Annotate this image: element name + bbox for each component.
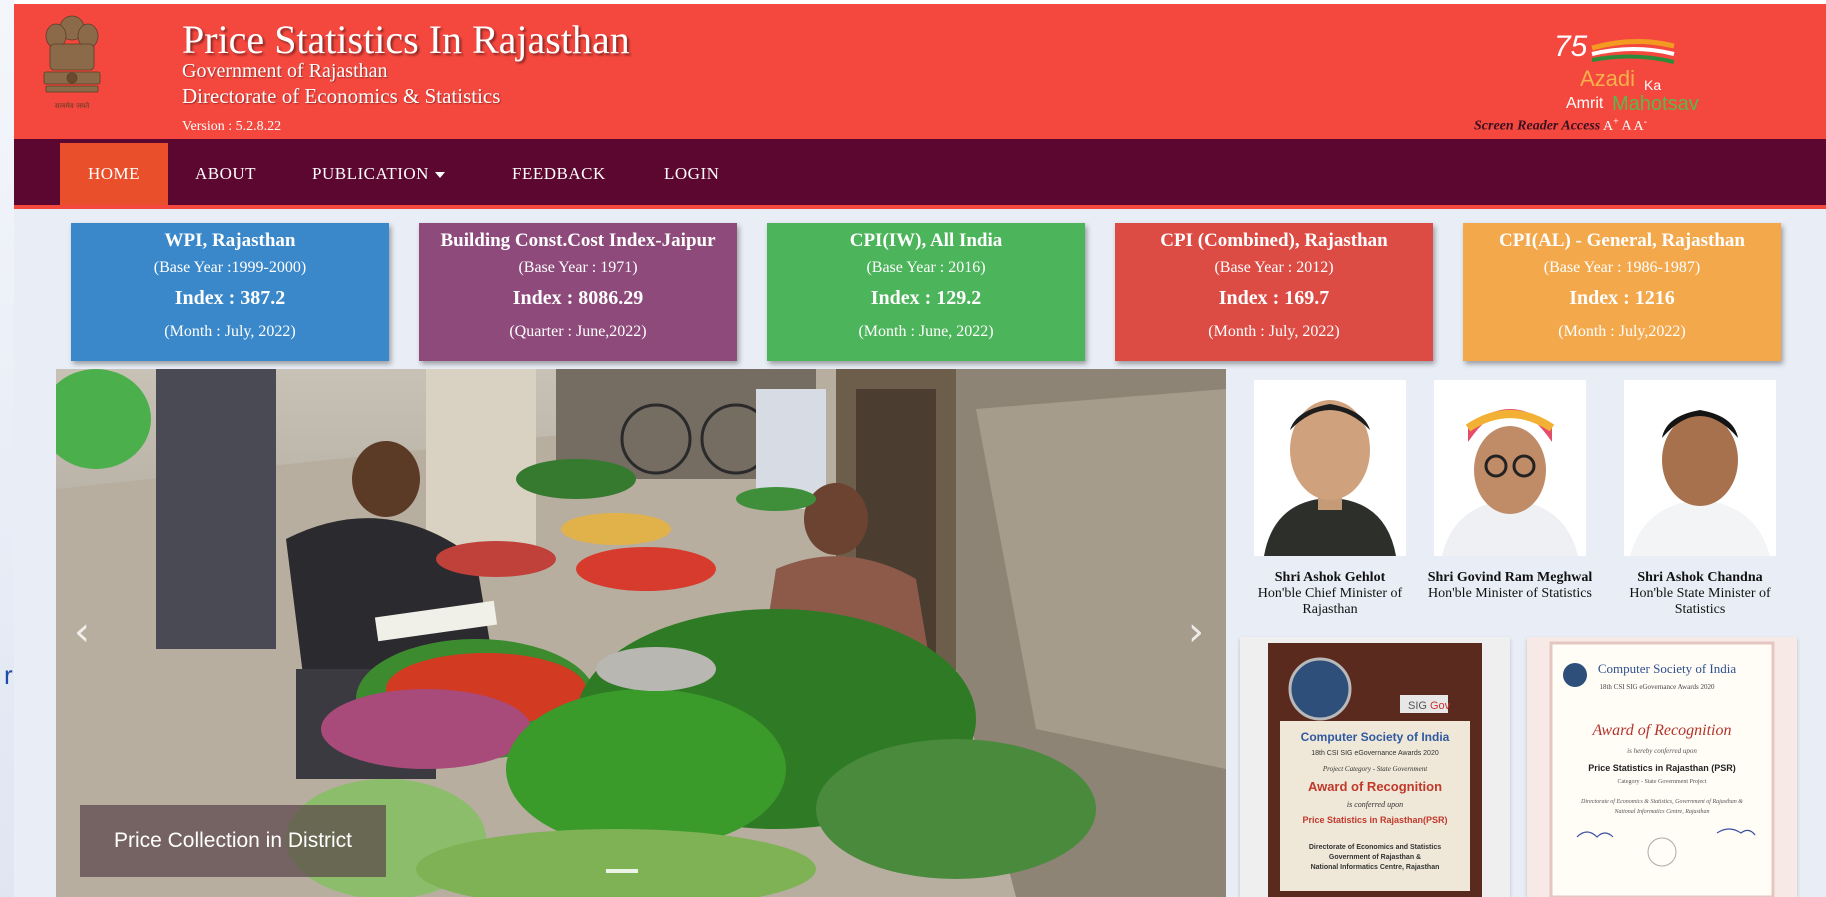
svg-text:Government of Rajasthan &: Government of Rajasthan &: [1329, 854, 1421, 861]
carousel-next-arrow-icon[interactable]: ›: [1188, 609, 1204, 655]
page-background-strip: [0, 0, 14, 897]
card-base-year: (Base Year : 2012): [1214, 259, 1334, 276]
leader-role: Hon'ble Minister of Statistics: [1428, 586, 1592, 601]
svg-text:Directorate of Economics and S: Directorate of Economics and Statistics: [1309, 844, 1441, 851]
leader-card: Shri Ashok Chandna Hon'ble State Ministe…: [1610, 380, 1790, 618]
title-block: Price Statistics In Rajasthan Government…: [182, 18, 630, 138]
svg-text:Directorate of Economics & Sta: Directorate of Economics & Statistics, G…: [1580, 798, 1743, 805]
svg-text:National Informatics Centre, R: National Informatics Centre, Rajasthan: [1613, 808, 1709, 815]
award-left-org: Computer Society of India: [1301, 730, 1450, 744]
state-emblem-logo[interactable]: सत्यमेव जयते: [36, 10, 108, 120]
award-right-org: Computer Society of India: [1598, 661, 1737, 676]
leader-card: Shri Govind Ram Meghwal Hon'ble Minister…: [1420, 380, 1600, 602]
nav-login[interactable]: LOGIN: [636, 143, 747, 205]
card-title: WPI, Rajasthan: [164, 230, 296, 251]
font-decrease-button[interactable]: A-: [1634, 116, 1647, 134]
index-card-cpi-al[interactable]: CPI(AL) - General, Rajasthan (Base Year …: [1463, 223, 1781, 361]
amrit-number: 75: [1554, 30, 1588, 63]
azadi-ka-amrit-mahotsav-logo: 75 Azadi Ka Amrit Mahotsav: [1554, 30, 1699, 115]
index-card-wpi[interactable]: WPI, Rajasthan (Base Year :1999-2000) In…: [71, 223, 389, 361]
leader-role: Hon'ble Chief Minister of Rajasthan: [1257, 586, 1403, 617]
card-index-value: Index : 169.7: [1218, 287, 1330, 309]
card-index-value: Index : 387.2: [174, 287, 286, 309]
leader-card: Shri Ashok Gehlot Hon'ble Chief Minister…: [1240, 380, 1420, 618]
nav-about[interactable]: ABOUT: [167, 143, 284, 205]
award-left-title: Award of Recognition: [1308, 779, 1442, 794]
index-card-cpi-iw[interactable]: CPI(IW), All India (Base Year : 2016) In…: [767, 223, 1085, 361]
leader-name: Shri Ashok Chandna: [1637, 570, 1763, 585]
amrit-amrit: Amrit: [1566, 95, 1604, 112]
card-title: CPI(IW), All India: [849, 230, 1003, 251]
card-index-value: Index : 8086.29: [512, 287, 644, 309]
card-index-value: Index : 1216: [1569, 287, 1675, 309]
nav-home[interactable]: HOME: [60, 143, 169, 205]
leader-name: Shri Govind Ram Meghwal: [1427, 570, 1593, 585]
card-period: (Month : July, 2022): [1208, 323, 1340, 340]
amrit-azadi: Azadi: [1580, 66, 1635, 91]
award-trophy-graphic: SIG Gov Computer Society of India 18th C…: [1240, 637, 1510, 897]
carousel-indicator-active[interactable]: [606, 869, 638, 873]
font-increase-button[interactable]: A+: [1603, 116, 1619, 134]
award-image-certificate[interactable]: Computer Society of India 18th CSI SIG e…: [1527, 637, 1797, 897]
nav-publication-label: PUBLICATION: [312, 164, 429, 183]
accessibility-bar: Screen Reader Access A+ A A-: [1474, 116, 1647, 135]
leader-portrait: [1434, 380, 1586, 556]
image-carousel[interactable]: ‹ › Price Collection in District: [56, 369, 1226, 897]
index-card-building-cost[interactable]: Building Const.Cost Index-Jaipur (Base Y…: [419, 223, 737, 361]
card-period: (Month : June, 2022): [858, 323, 994, 340]
svg-text:SIG: SIG: [1408, 700, 1427, 712]
svg-text:18th CSI SIG eGovernance Award: 18th CSI SIG eGovernance Awards 2020: [1311, 750, 1439, 757]
card-base-year: (Base Year : 2016): [866, 259, 986, 276]
screen-reader-access-link[interactable]: Screen Reader Access: [1474, 119, 1600, 134]
card-period: (Month : July,2022): [1558, 323, 1686, 340]
svg-text:Price Statistics in Rajasthan: Price Statistics in Rajasthan (PSR): [1588, 763, 1736, 773]
directorate-label: Directorate of Economics & Statistics: [182, 84, 501, 108]
carousel-prev-arrow-icon[interactable]: ‹: [74, 609, 90, 655]
leader-portrait: [1254, 380, 1406, 556]
card-base-year: (Base Year :1999-2000): [153, 259, 307, 276]
caret-down-icon: [434, 172, 445, 179]
card-base-year: (Base Year : 1986-1987): [1543, 259, 1701, 276]
government-label: Government of Rajasthan: [182, 60, 388, 82]
card-period: (Month : July, 2022): [164, 323, 296, 340]
background-text-fragment: r: [4, 660, 13, 690]
leader-name: Shri Ashok Gehlot: [1274, 570, 1386, 585]
nav-feedback[interactable]: FEEDBACK: [484, 143, 634, 205]
font-normal-button[interactable]: A: [1621, 119, 1630, 134]
award-right-title: Award of Recognition: [1592, 722, 1732, 739]
emblem-caption: सत्यमेव जयते: [55, 101, 90, 110]
svg-text:National Informatics Centre, R: National Informatics Centre, Rajasthan: [1311, 864, 1440, 871]
card-base-year: (Base Year : 1971): [518, 259, 638, 276]
amrit-mahotsav: Mahotsav: [1612, 93, 1699, 115]
award-certificate-graphic: Computer Society of India 18th CSI SIG e…: [1527, 637, 1797, 897]
nav-publication[interactable]: PUBLICATION: [284, 143, 473, 205]
svg-text:Gov: Gov: [1430, 700, 1451, 712]
svg-text:Price Statistics in Rajasthan(: Price Statistics in Rajasthan(PSR): [1302, 815, 1447, 825]
amrit-ka: Ka: [1644, 77, 1661, 93]
svg-text:18th CSI SIG eGovernance Award: 18th CSI SIG eGovernance Awards 2020: [1599, 683, 1715, 691]
card-title: CPI(AL) - General, Rajasthan: [1499, 230, 1745, 251]
index-card-cpi-combined[interactable]: CPI (Combined), Rajasthan (Base Year : 2…: [1115, 223, 1433, 361]
card-index-value: Index : 129.2: [870, 287, 982, 309]
card-period: (Quarter : June,2022): [509, 323, 647, 340]
svg-text:Category - State Government Pr: Category - State Government Project: [1618, 779, 1707, 785]
svg-text:is hereby conferred upon: is hereby conferred upon: [1627, 747, 1697, 755]
version-label: Version : 5.2.8.22: [182, 119, 282, 134]
leader-role: Hon'ble State Minister of Statistics: [1629, 586, 1771, 617]
site-title: Price Statistics In Rajasthan: [182, 17, 630, 62]
svg-text:Project Category - State Gover: Project Category - State Government: [1322, 765, 1428, 773]
site-header: सत्यमेव जयते Price Statistics In Rajasth…: [14, 0, 1826, 139]
svg-text:is conferred upon: is conferred upon: [1347, 800, 1403, 809]
award-image-trophy[interactable]: SIG Gov Computer Society of India 18th C…: [1240, 637, 1510, 897]
card-title: CPI (Combined), Rajasthan: [1160, 230, 1388, 251]
main-navigation: HOME ABOUT PUBLICATION FEEDBACK LOGIN: [14, 139, 1826, 209]
slide-caption: Price Collection in District: [80, 805, 386, 877]
leader-portrait: [1624, 380, 1776, 556]
card-title: Building Const.Cost Index-Jaipur: [440, 230, 716, 251]
